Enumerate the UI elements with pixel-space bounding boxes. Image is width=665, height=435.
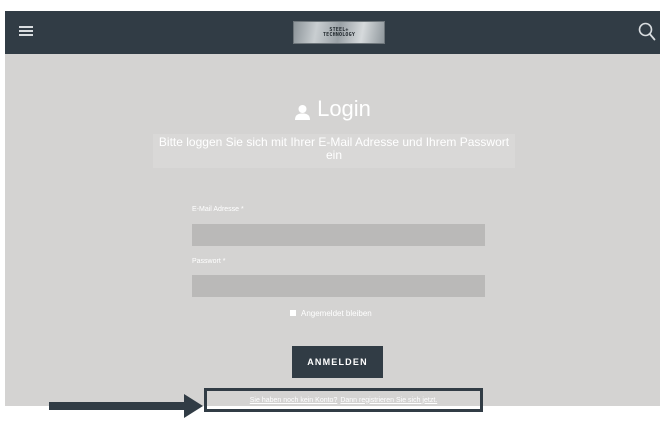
- password-label: Passwort *: [192, 258, 226, 265]
- arrow-icon: [49, 394, 203, 418]
- email-label: E-Mail Adresse *: [192, 206, 244, 213]
- no-account-text: Sie haben noch kein Konto?: [249, 396, 338, 404]
- login-instructions: Bitte loggen Sie sich mit Ihrer E-Mail A…: [153, 134, 515, 168]
- register-link[interactable]: Dann registrieren Sie sich jetzt.: [340, 397, 437, 404]
- remember-me-label: Angemeldet bleiben: [301, 308, 372, 318]
- logo-line-2: TECHNOLOGY: [322, 31, 356, 38]
- page-title: Login: [5, 95, 660, 123]
- login-page: Login Bitte loggen Sie sich mit Ihrer E-…: [5, 54, 660, 412]
- login-title-text: Login: [317, 96, 371, 121]
- register-prompt-box: Sie haben noch kein Konto? Dann registri…: [204, 388, 483, 412]
- password-field[interactable]: [192, 275, 485, 297]
- login-submit-button[interactable]: ANMELDEN: [292, 346, 383, 378]
- remember-me-checkbox[interactable]: [290, 310, 296, 316]
- email-field[interactable]: [192, 224, 485, 246]
- screenshot-frame: STEEL+ TECHNOLOGY Login Bitte loggen Sie…: [0, 0, 665, 435]
- search-icon[interactable]: [638, 22, 656, 42]
- brand-logo[interactable]: STEEL+ TECHNOLOGY: [293, 21, 385, 44]
- remember-me-option[interactable]: Angemeldet bleiben: [290, 308, 372, 318]
- top-navigation-bar: STEEL+ TECHNOLOGY: [5, 11, 660, 54]
- menu-icon[interactable]: [19, 25, 33, 37]
- user-icon: [294, 101, 311, 120]
